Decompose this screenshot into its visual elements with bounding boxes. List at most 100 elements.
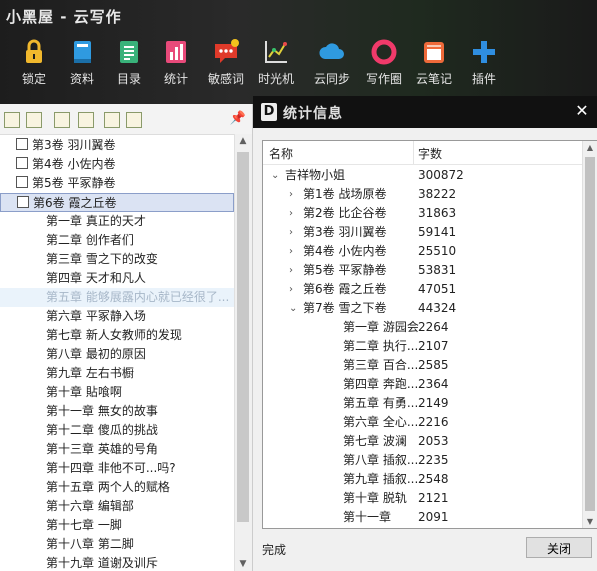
collapse-chevron-icon[interactable]: › (289, 261, 293, 280)
volume-checkbox[interactable] (17, 196, 29, 208)
table-row[interactable]: 第三章 百合... 2585 (263, 356, 583, 375)
table-row[interactable]: ⌄ 吉祥物小姐 300872 (263, 166, 583, 185)
expand-chevron-icon[interactable]: ⌄ (289, 299, 297, 318)
table-row[interactable]: 第二章 执行... 2107 (263, 337, 583, 356)
toolbar-button-book[interactable]: 资料 (56, 38, 108, 87)
toolbar-button-chat-alert[interactable]: 敏感词 (200, 38, 252, 87)
stats-scrollbar[interactable]: ▲ ▼ (582, 141, 597, 528)
volume-checkbox[interactable] (16, 138, 28, 150)
tree-chapter[interactable]: 第五章 能够展露内心就已经很了... (0, 288, 234, 307)
move-doc-icon[interactable] (78, 112, 94, 128)
table-row[interactable]: › 第4卷 小佐内卷 25510 (263, 242, 583, 261)
collapse-chevron-icon[interactable]: › (289, 204, 293, 223)
scroll-up-arrow-icon[interactable]: ▲ (237, 136, 249, 146)
tree-chapter[interactable]: 第二章 创作者们 (0, 231, 134, 250)
pin-icon[interactable]: 📌 (230, 111, 246, 126)
table-row[interactable]: › 第1卷 战场原卷 38222 (263, 185, 583, 204)
row-name: 第十章 脱轨 (343, 491, 407, 505)
chart-icon (262, 38, 290, 66)
tree-volume[interactable]: 第3卷 羽川翼卷 (0, 136, 115, 155)
toolbar-button-list-doc[interactable]: 目录 (103, 38, 155, 87)
row-name: 第八章 插叙... (343, 453, 419, 467)
tree-chapter[interactable]: 第九章 左右书橱 (0, 364, 134, 383)
column-header-count[interactable]: 字数 (418, 145, 442, 162)
toolbar-label: 云笔记 (415, 72, 452, 86)
toolbar-button-chart[interactable]: 时光机 (250, 38, 302, 87)
app-logo-icon: D (261, 103, 277, 121)
toolbar-label: 锁定 (21, 72, 46, 86)
toolbar-button-stats[interactable]: 统计 (150, 38, 202, 87)
tree-volume[interactable]: 第6卷 霞之丘卷 (0, 193, 234, 212)
collapse-chevron-icon[interactable]: › (289, 280, 293, 299)
tree-chapter[interactable]: 第十章 貼喰啊 (0, 383, 122, 402)
tree-chapter[interactable]: 第十六章 编辑部 (0, 497, 134, 516)
chat-alert-icon (212, 38, 240, 66)
tree-chapter[interactable]: 第十八章 第二脚 (0, 535, 134, 554)
scroll-thumb[interactable] (237, 152, 249, 522)
tree-chapter[interactable]: 第四章 天才和凡人 (0, 269, 146, 288)
ring-icon (370, 38, 398, 66)
tree-chapter[interactable]: 第七章 新人女教师的发现 (0, 326, 182, 345)
tree-chapter[interactable]: 第十七章 一脚 (0, 516, 122, 535)
tree-chapter[interactable]: 第一章 真正的天才 (0, 212, 146, 231)
new-chapter-icon[interactable] (26, 112, 42, 128)
row-count: 53831 (418, 263, 457, 277)
table-row[interactable]: › 第3卷 羽川翼卷 59141 (263, 223, 583, 242)
table-row[interactable]: 第十章 脱轨 2121 (263, 489, 583, 508)
tree-chapter[interactable]: 第十四章 非他不可...吗? (0, 459, 176, 478)
outline-scrollbar[interactable]: ▲ ▼ (234, 134, 252, 571)
tree-chapter[interactable]: 第八章 最初的原因 (0, 345, 146, 364)
table-row[interactable]: 第七章 波澜 2053 (263, 432, 583, 451)
row-name: 第四章 奔跑... (343, 377, 419, 391)
close-icon[interactable]: ✕ (573, 102, 591, 120)
add-doc-icon[interactable] (54, 112, 70, 128)
table-row[interactable]: 第四章 奔跑... 2364 (263, 375, 583, 394)
volume-checkbox[interactable] (16, 176, 28, 188)
collapse-chevron-icon[interactable]: › (289, 185, 293, 204)
tree-volume[interactable]: 第4卷 小佐内卷 (0, 155, 115, 174)
toolbar-button-plus[interactable]: 插件 (458, 38, 510, 87)
tree-chapter[interactable]: 第十九章 道谢及训斥 (0, 554, 158, 571)
toolbar-button-notebook[interactable]: 云笔记 (408, 38, 460, 87)
row-count: 59141 (418, 225, 457, 239)
table-row[interactable]: › 第2卷 比企谷卷 31863 (263, 204, 583, 223)
table-row[interactable]: 第一章 游园会 2264 (263, 318, 583, 337)
tree-chapter[interactable]: 第三章 雪之下的改变 (0, 250, 158, 269)
scroll-up-arrow-icon[interactable]: ▲ (585, 143, 595, 152)
tree-chapter[interactable]: 第十三章 英雄的号角 (0, 440, 158, 459)
table-row[interactable]: › 第5卷 平冢静卷 53831 (263, 261, 583, 280)
tree-chapter[interactable]: 第十一章 無女的故事 (0, 402, 158, 421)
tree-chapter[interactable]: 第十五章 两个人的赋格 (0, 478, 170, 497)
toolbar-button-lock[interactable]: 锁定 (8, 38, 60, 87)
volume-checkbox[interactable] (16, 157, 28, 169)
table-row[interactable]: 第八章 插叙... 2235 (263, 451, 583, 470)
expand-chevron-icon[interactable]: ⌄ (271, 166, 279, 185)
export-icon[interactable] (126, 112, 142, 128)
scroll-thumb[interactable] (585, 157, 595, 511)
close-button[interactable]: 关闭 (526, 537, 592, 558)
row-count: 2585 (418, 358, 449, 372)
scroll-down-arrow-icon[interactable]: ▼ (585, 517, 595, 526)
table-row[interactable]: 第六章 全心... 2216 (263, 413, 583, 432)
tree-volume[interactable]: 第5卷 平冢静卷 (0, 174, 115, 193)
table-row[interactable]: 第十一章 2091 (263, 508, 583, 527)
collapse-chevron-icon[interactable]: › (289, 223, 293, 242)
row-count: 44324 (418, 301, 457, 315)
column-divider[interactable] (413, 141, 414, 164)
tree-chapter[interactable]: 第十二章 傻瓜的挑战 (0, 421, 158, 440)
table-row[interactable]: › 第6卷 霞之丘卷 47051 (263, 280, 583, 299)
import-icon[interactable] (104, 112, 120, 128)
toolbar-button-ring[interactable]: 写作圈 (358, 38, 410, 87)
scroll-down-arrow-icon[interactable]: ▼ (237, 559, 249, 569)
row-count: 38222 (418, 187, 457, 201)
table-row[interactable]: 第九章 插叙... 2548 (263, 470, 583, 489)
table-row[interactable]: ⌄ 第7卷 雪之下卷 44324 (263, 299, 583, 318)
plus-icon (470, 38, 498, 66)
column-header-name[interactable]: 名称 (269, 145, 293, 162)
row-name: 第五章 有勇... (343, 396, 419, 410)
collapse-chevron-icon[interactable]: › (289, 242, 293, 261)
table-row[interactable]: 第五章 有勇... 2149 (263, 394, 583, 413)
new-volume-icon[interactable] (4, 112, 20, 128)
tree-chapter[interactable]: 第六章 平冢静入场 (0, 307, 146, 326)
toolbar-button-cloud[interactable]: 云同步 (306, 38, 358, 87)
